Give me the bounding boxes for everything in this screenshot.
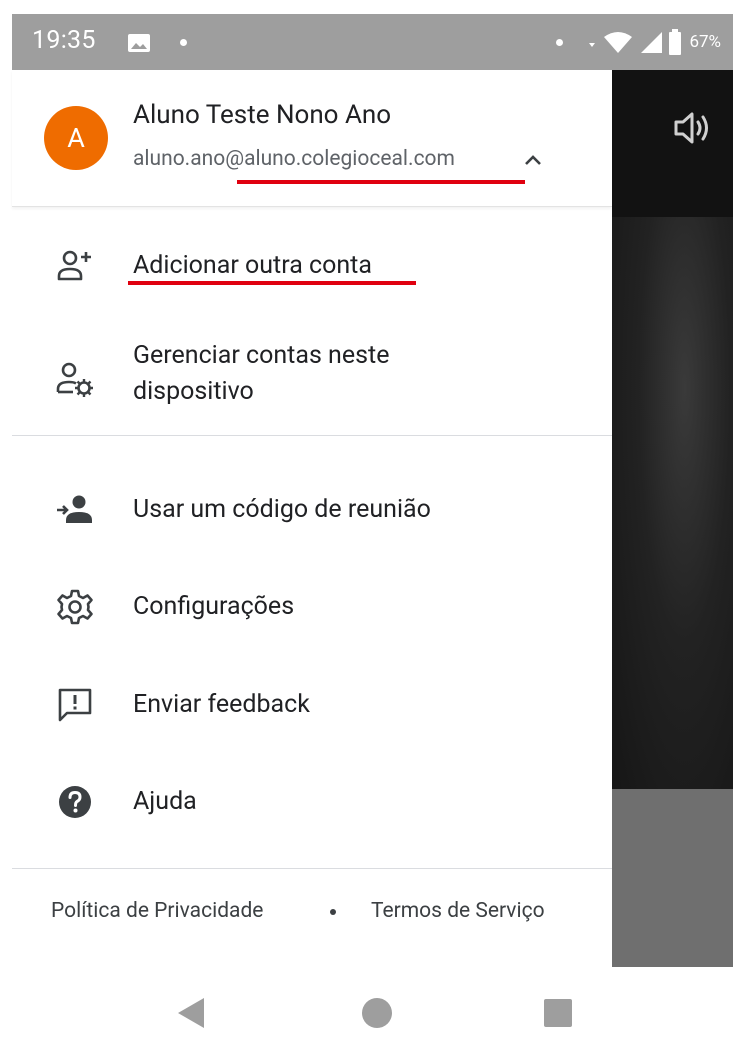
home-icon[interactable] bbox=[361, 997, 393, 1029]
feedback-label: Enviar feedback bbox=[133, 690, 310, 719]
add-person-icon bbox=[57, 250, 91, 281]
chevron-up-icon[interactable] bbox=[524, 154, 542, 166]
status-icons: 67% bbox=[587, 28, 721, 56]
settings-item[interactable]: Configurações bbox=[12, 572, 612, 642]
manage-accounts-label-line1: Gerenciar contas neste bbox=[133, 341, 390, 370]
manage-accounts-label-line2: dispositivo bbox=[133, 377, 254, 406]
meeting-code-label: Usar um código de reunião bbox=[133, 495, 431, 524]
feedback-item[interactable]: Enviar feedback bbox=[12, 670, 612, 740]
data-arrows-icon bbox=[589, 43, 596, 47]
red-underline-annotation bbox=[128, 281, 416, 285]
manage-accounts-icon bbox=[56, 362, 93, 397]
gear-icon bbox=[57, 589, 93, 625]
add-account-label: Adicionar outra conta bbox=[133, 251, 372, 280]
help-icon bbox=[59, 786, 91, 818]
settings-label: Configurações bbox=[133, 592, 295, 621]
footer-links: Política de Privacidade Termos de Serviç… bbox=[12, 899, 612, 939]
background-panel bbox=[612, 789, 733, 967]
avatar[interactable]: A bbox=[44, 106, 108, 170]
account-name: Aluno Teste Nono Ano bbox=[133, 100, 392, 130]
terms-of-service-link[interactable]: Termos de Serviço bbox=[371, 899, 545, 923]
help-item[interactable]: Ajuda bbox=[12, 767, 612, 837]
background-toolbar bbox=[612, 70, 733, 217]
navigation-drawer: A Aluno Teste Nono Ano aluno.ano@aluno.c… bbox=[12, 70, 612, 967]
signal-icon bbox=[641, 32, 663, 53]
manage-accounts-item[interactable]: Gerenciar contas neste dispositivo bbox=[12, 332, 612, 416]
red-underline-annotation bbox=[237, 180, 525, 184]
help-label: Ajuda bbox=[133, 787, 197, 816]
meeting-code-item[interactable]: Usar um código de reunião bbox=[12, 475, 612, 545]
notification-dot bbox=[556, 39, 563, 46]
status-bar: 19:35 67% bbox=[12, 14, 733, 70]
camera-preview bbox=[612, 217, 733, 789]
feedback-icon bbox=[58, 688, 92, 722]
footer-separator-dot bbox=[330, 909, 336, 915]
image-icon bbox=[128, 34, 150, 52]
background-app bbox=[612, 70, 733, 967]
meeting-code-icon bbox=[57, 495, 92, 523]
status-time: 19:35 bbox=[32, 26, 96, 55]
wifi-icon bbox=[604, 32, 633, 53]
battery-percent: 67% bbox=[689, 32, 721, 52]
divider bbox=[12, 868, 612, 869]
add-account-item[interactable]: Adicionar outra conta bbox=[12, 230, 612, 300]
battery-icon bbox=[669, 29, 682, 55]
account-email: aluno.ano@aluno.colegioceal.com bbox=[133, 147, 455, 171]
recents-icon[interactable] bbox=[543, 998, 573, 1028]
navigation-bar bbox=[0, 967, 733, 1055]
back-icon[interactable] bbox=[176, 996, 206, 1030]
privacy-policy-link[interactable]: Política de Privacidade bbox=[51, 899, 263, 923]
divider bbox=[12, 435, 612, 436]
account-header[interactable]: A Aluno Teste Nono Ano aluno.ano@aluno.c… bbox=[12, 70, 612, 207]
volume-icon[interactable] bbox=[672, 110, 712, 146]
notification-dot bbox=[180, 39, 187, 46]
